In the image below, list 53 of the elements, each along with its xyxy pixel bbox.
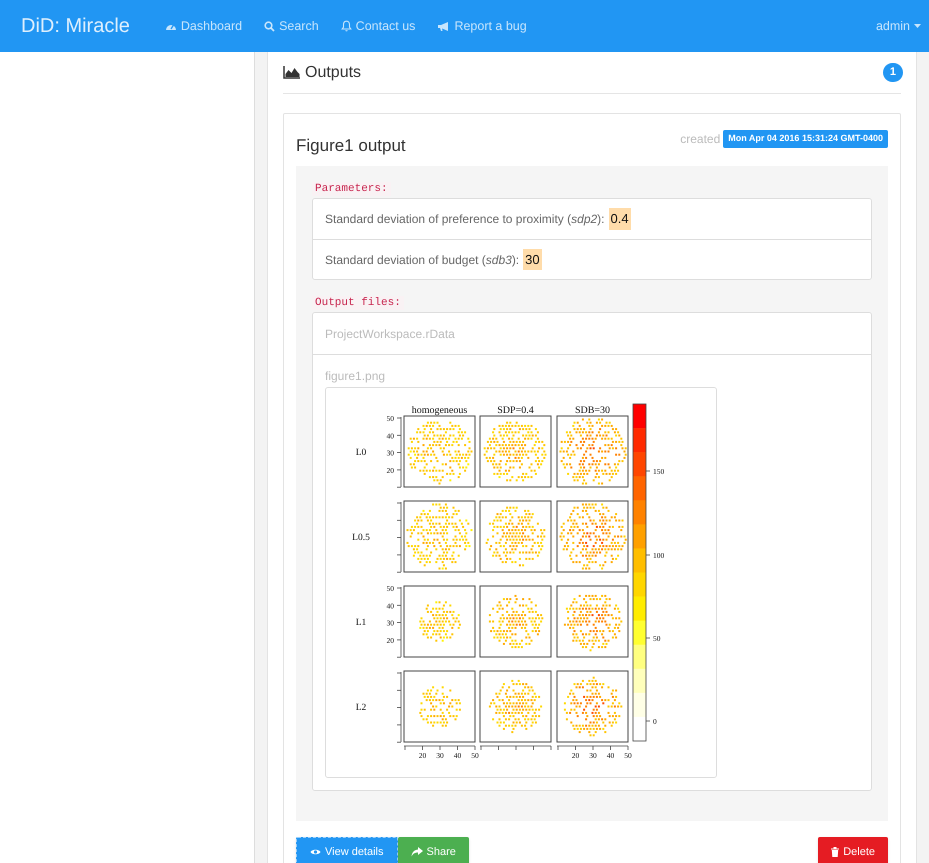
nav-link[interactable]: Dashboard (154, 16, 254, 36)
heatmap-panel (480, 586, 552, 658)
heatmap-panel (556, 500, 628, 572)
section-label: Output files: (312, 296, 404, 310)
section-title: Outputs (305, 62, 362, 82)
section-label: Parameters: (312, 182, 391, 196)
delete-button[interactable]: Delete (818, 837, 888, 863)
plot-label: SDB=30 (574, 405, 610, 416)
heatmap-panel (480, 416, 552, 488)
plot-label: L1 (356, 618, 366, 628)
share-button[interactable]: Share (398, 837, 469, 863)
heatmap-panel (404, 586, 476, 658)
card-title: Figure1 output (296, 134, 406, 156)
share-arrow-icon (410, 847, 422, 857)
created-label: created (680, 131, 720, 148)
plot-label: L2 (356, 703, 366, 713)
heatmap-panel (480, 500, 552, 572)
brand-title[interactable]: DiD: Miracle (21, 11, 130, 41)
y-axis (396, 672, 402, 743)
heatmap-panel (404, 500, 476, 572)
megaphone-icon (437, 20, 450, 32)
plot-label: homogeneous (412, 405, 468, 416)
file-name[interactable]: ProjectWorkspace.rData (325, 324, 455, 342)
eye-icon (310, 848, 321, 856)
nav-link[interactable]: Report a bug (426, 16, 538, 36)
file-name[interactable]: figure1.png (325, 367, 859, 385)
parameter-label: Standard deviation of preference to proximity (sdp2): (325, 211, 605, 228)
count-badge: 1 (882, 63, 903, 82)
heatmap-panel (404, 670, 476, 742)
heatmap-panel (556, 586, 628, 658)
nav-link[interactable]: Contact us (330, 16, 426, 36)
heatmap-panel (480, 670, 552, 742)
bell-icon (340, 20, 352, 32)
heatmap-panel (404, 416, 476, 488)
heatmap-panel (556, 416, 628, 488)
parameter-value: 30 (523, 248, 542, 270)
y-axis (396, 502, 402, 573)
plot-label: L0.5 (352, 533, 370, 543)
date-badge: Mon Apr 04 2016 15:31:24 GMT-0400 (723, 130, 888, 148)
user-menu[interactable]: admin (876, 16, 921, 36)
y-axis (396, 416, 402, 488)
heatmap-panel (556, 670, 628, 742)
plot-label: SDP=0.4 (497, 405, 534, 416)
parameter-value: 0.4 (608, 208, 631, 230)
search-icon (264, 20, 276, 32)
nav-link[interactable]: Search (253, 16, 330, 36)
trash-icon (831, 847, 840, 857)
y-axis (396, 586, 402, 658)
view-details-button[interactable]: View details (296, 837, 398, 863)
plot-label: L0 (356, 448, 366, 458)
area-chart-icon (283, 66, 300, 79)
parameter-label: Standard deviation of budget (sdb3): (325, 252, 520, 268)
caret-icon (914, 24, 921, 28)
